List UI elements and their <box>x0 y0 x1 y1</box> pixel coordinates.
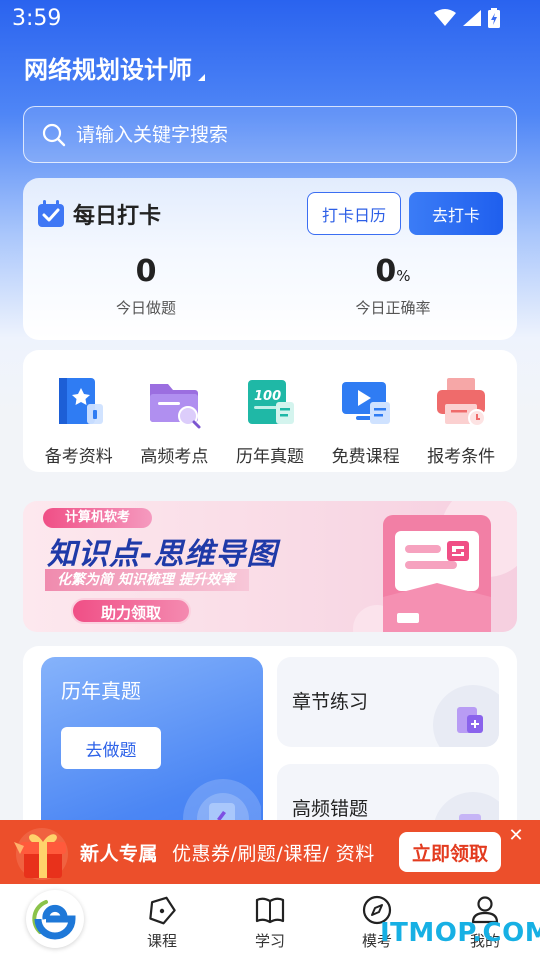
app-logo[interactable] <box>26 890 84 948</box>
menu-item-exam-requirements[interactable]: 报考条件 <box>413 374 509 472</box>
today-accuracy-unit: % <box>396 267 411 285</box>
frequent-errors-title: 高频错题 <box>292 798 369 820</box>
menu-label: 高频考点 <box>140 447 209 467</box>
new-user-promo-bar[interactable]: 新人专属 优惠券/刷题/课程/ 资料 立即领取 ✕ <box>0 820 540 884</box>
quick-menu: 备考资料 高频考点 100 历年真题 免费课程 报考条件 <box>23 350 517 472</box>
gift-box-icon <box>14 828 68 880</box>
checkin-title: 每日打卡 <box>73 204 162 229</box>
dropdown-corner-icon <box>198 74 205 81</box>
tab-course[interactable]: 课程 <box>127 894 197 951</box>
close-icon[interactable]: ✕ <box>506 826 526 846</box>
today-accuracy-label: 今日正确率 <box>355 299 431 317</box>
banner-claim-button[interactable]: 助力领取 <box>71 598 191 624</box>
status-time: 3:59 <box>12 6 62 31</box>
course-icon <box>149 896 176 925</box>
chapter-practice-icon <box>457 707 483 733</box>
menu-item-free-courses[interactable]: 免费课程 <box>318 374 414 472</box>
watermark: ITMOP.COM <box>380 918 540 948</box>
status-bar: 3:59 <box>0 0 540 38</box>
banner-subline: 化繁为简 知识梳理 提升效率 <box>45 569 249 591</box>
menu-item-key-points[interactable]: 高频考点 <box>127 374 223 472</box>
video-play-icon <box>341 382 390 424</box>
today-accuracy-value: 0 <box>375 254 397 289</box>
mindmap-promo-banner[interactable]: 计算机软考 知识点-思维导图 化繁为简 知识梳理 提升效率 助力领取 <box>23 501 517 632</box>
start-practice-button[interactable]: 去做题 <box>61 727 161 769</box>
menu-label: 报考条件 <box>427 447 496 467</box>
claim-now-button[interactable]: 立即领取 <box>399 832 501 872</box>
today-accuracy-stat: 0% 今日正确率 <box>313 254 473 318</box>
wifi-icon <box>434 9 456 26</box>
today-questions-stat: 0 今日做题 <box>66 254 226 318</box>
signal-icon <box>463 10 481 26</box>
tab-label: 课程 <box>146 932 177 950</box>
book-open-icon <box>255 897 285 924</box>
search-icon <box>42 123 66 146</box>
checkin-calendar-button[interactable]: 打卡日历 <box>307 192 401 235</box>
chapter-practice-card[interactable]: 章节练习 <box>277 657 499 747</box>
promo-text-wrap: 新人专属 优惠券/刷题/课程/ 资料 <box>80 839 375 866</box>
tab-label: 学习 <box>254 932 285 950</box>
paper-100-icon: 100 <box>247 380 294 424</box>
app-logo-icon <box>32 900 76 940</box>
today-questions-value: 0 <box>135 254 157 289</box>
promo-label: 新人专属 <box>80 843 159 865</box>
daily-checkin-card: 每日打卡 打卡日历 去打卡 0 今日做题 0% 今日正确率 <box>23 178 517 340</box>
status-icons <box>434 8 500 28</box>
past-papers-title: 历年真题 <box>61 679 141 703</box>
exam-selector[interactable]: 网络规划设计师 <box>24 50 205 85</box>
chapter-practice-title: 章节练习 <box>292 691 369 713</box>
menu-item-past-papers[interactable]: 100 历年真题 <box>222 374 318 472</box>
today-questions-label: 今日做题 <box>115 299 176 317</box>
search-input[interactable] <box>76 123 476 146</box>
banner-folder-illustration <box>353 501 517 632</box>
go-checkin-button[interactable]: 去打卡 <box>409 192 503 235</box>
search-bar[interactable] <box>23 106 517 163</box>
menu-item-study-materials[interactable]: 备考资料 <box>31 374 127 472</box>
today-accuracy-value-wrap: 0% <box>313 254 473 289</box>
menu-label: 历年真题 <box>235 447 304 467</box>
book-icon <box>58 378 103 424</box>
tab-study[interactable]: 学习 <box>235 894 305 951</box>
banner-tag: 计算机软考 <box>43 508 153 528</box>
svg-text:100: 100 <box>254 389 281 404</box>
calendar-check-icon <box>38 200 64 227</box>
printer-icon <box>437 378 487 427</box>
page-title: 网络规划设计师 <box>24 56 192 84</box>
menu-label: 备考资料 <box>44 447 113 467</box>
battery-icon <box>488 8 500 28</box>
folder-search-icon <box>150 384 201 429</box>
checkin-header: 每日打卡 <box>37 198 161 230</box>
menu-label: 免费课程 <box>331 447 400 467</box>
banner-headline: 知识点-思维导图 <box>47 537 278 572</box>
promo-text: 优惠券/刷题/课程/ 资料 <box>172 843 375 865</box>
